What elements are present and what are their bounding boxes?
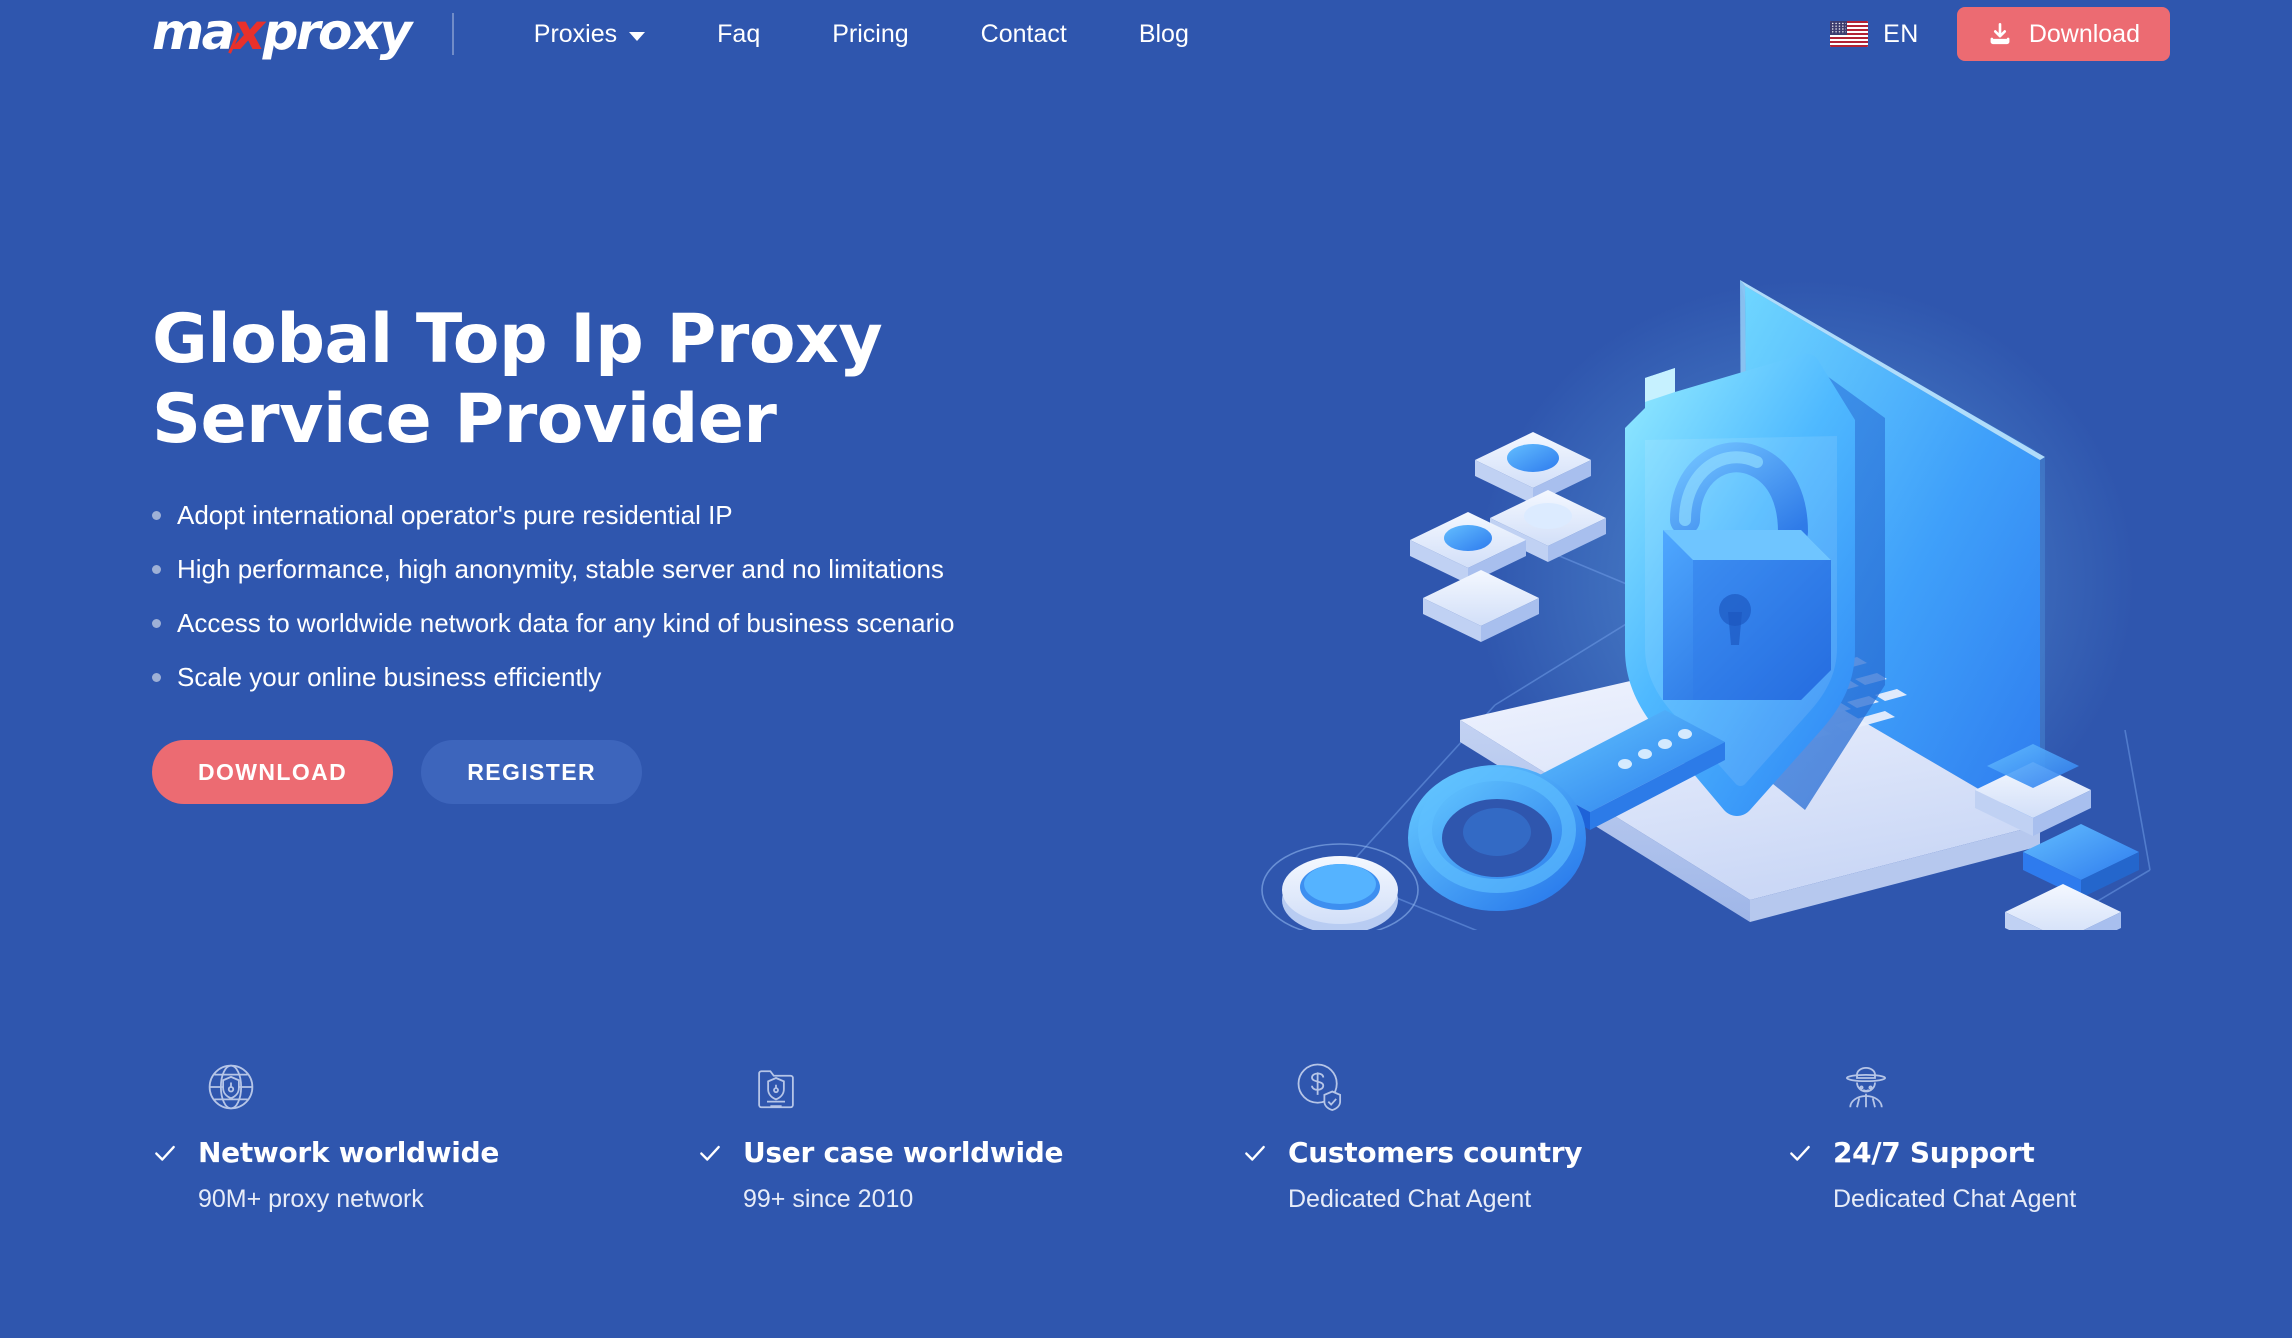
- feature-title-row: Customers country: [1242, 1136, 1787, 1169]
- feature-title: Network worldwide: [198, 1136, 500, 1169]
- header-download-button[interactable]: Download: [1956, 7, 2170, 61]
- feature-subtitle: Dedicated Chat Agent: [1833, 1185, 2077, 1213]
- language-label: EN: [1883, 19, 1919, 48]
- logo-text-part1: ma: [152, 3, 235, 61]
- feature-customers-country: Customers country Dedicated Chat Agent: [1242, 1060, 1787, 1214]
- feature-subtitle: 90M+ proxy network: [198, 1185, 424, 1213]
- check-icon: [1245, 1145, 1265, 1161]
- feature-title-row: User case worldwide: [697, 1136, 1242, 1169]
- feature-network-worldwide: Network worldwide 90M+ proxy network: [152, 1060, 697, 1214]
- nav-label-proxies: Proxies: [533, 19, 618, 48]
- feature-user-case-worldwide: User case worldwide 99+ since 2010: [697, 1060, 1242, 1214]
- logo-text-part2: proxy: [262, 3, 413, 61]
- nav-item-faq[interactable]: Faq: [681, 20, 796, 49]
- list-item: High performance, high anonymity, stable…: [152, 556, 1252, 582]
- nav-label-pricing: Pricing: [832, 19, 909, 48]
- nav-item-blog[interactable]: Blog: [1103, 20, 1225, 49]
- landing-page: maxproxy Proxies Faq Pricing Contact Blo…: [0, 0, 2292, 1338]
- check-icon: [700, 1145, 720, 1161]
- header-download-label: Download: [2028, 19, 2140, 48]
- check-icon: [1790, 1145, 1810, 1161]
- nav-label-contact: Contact: [980, 19, 1067, 48]
- page-title: Global Top Ip Proxy Service Provider: [152, 300, 883, 460]
- isometric-laptop-shield-lock-key-illustration: [1245, 250, 2255, 930]
- list-item: Scale your online business efficiently: [152, 664, 1252, 690]
- nav-item-proxies[interactable]: Proxies: [498, 20, 681, 49]
- feature-highlights: Network worldwide 90M+ proxy network Use…: [152, 1060, 2152, 1214]
- list-item: Adopt international operator's pure resi…: [152, 502, 1252, 528]
- document-shield-icon: [749, 1060, 803, 1114]
- support-agent-hat-icon: [1839, 1060, 1893, 1114]
- main-navigation: Proxies Faq Pricing Contact Blog: [498, 20, 1225, 49]
- download-icon: [1990, 22, 2010, 45]
- header-actions: EN Download: [1830, 7, 2170, 61]
- bullet-text: Adopt international operator's pure resi…: [177, 500, 733, 531]
- feature-title: 24/7 Support: [1833, 1136, 2035, 1169]
- feature-title-row: Network worldwide: [152, 1136, 697, 1169]
- hero-download-button[interactable]: DOWNLOAD: [152, 740, 394, 805]
- logo-accent-x: x: [232, 3, 265, 61]
- language-selector[interactable]: EN: [1830, 20, 1919, 49]
- nav-label-faq: Faq: [717, 19, 761, 48]
- list-item: Access to worldwide network data for any…: [152, 610, 1252, 636]
- bullet-text: Access to worldwide network data for any…: [177, 608, 955, 639]
- bullet-dot-icon: [152, 672, 161, 682]
- chevron-down-icon: [629, 32, 646, 41]
- hero-register-button[interactable]: REGISTER: [421, 740, 642, 805]
- check-icon: [155, 1145, 175, 1161]
- feature-title: User case worldwide: [743, 1136, 1064, 1169]
- brand-logo[interactable]: maxproxy: [152, 3, 412, 61]
- header-divider: [451, 13, 454, 55]
- feature-subtitle: Dedicated Chat Agent: [1288, 1185, 1532, 1213]
- globe-shield-icon: [204, 1060, 258, 1114]
- site-header: maxproxy Proxies Faq Pricing Contact Blo…: [0, 0, 2292, 68]
- us-flag-icon: [1830, 21, 1869, 47]
- nav-item-pricing[interactable]: Pricing: [796, 20, 944, 49]
- nav-label-blog: Blog: [1138, 19, 1189, 48]
- bullet-dot-icon: [152, 618, 161, 628]
- hero-section: Global Top Ip Proxy Service Provider Ado…: [152, 300, 1252, 805]
- dollar-coin-shield-icon: [1294, 1060, 1348, 1114]
- bullet-dot-icon: [152, 510, 161, 520]
- nav-item-contact[interactable]: Contact: [945, 20, 1103, 49]
- bullet-text: Scale your online business efficiently: [177, 662, 602, 693]
- hero-cta-row: DOWNLOAD REGISTER: [152, 740, 1252, 805]
- feature-title: Customers country: [1288, 1136, 1583, 1169]
- bullet-dot-icon: [152, 564, 161, 574]
- hero-feature-list: Adopt international operator's pure resi…: [152, 502, 1252, 690]
- feature-support: 24/7 Support Dedicated Chat Agent: [1787, 1060, 2076, 1214]
- feature-title-row: 24/7 Support: [1787, 1136, 2076, 1169]
- bullet-text: High performance, high anonymity, stable…: [177, 554, 944, 585]
- feature-subtitle: 99+ since 2010: [743, 1185, 914, 1213]
